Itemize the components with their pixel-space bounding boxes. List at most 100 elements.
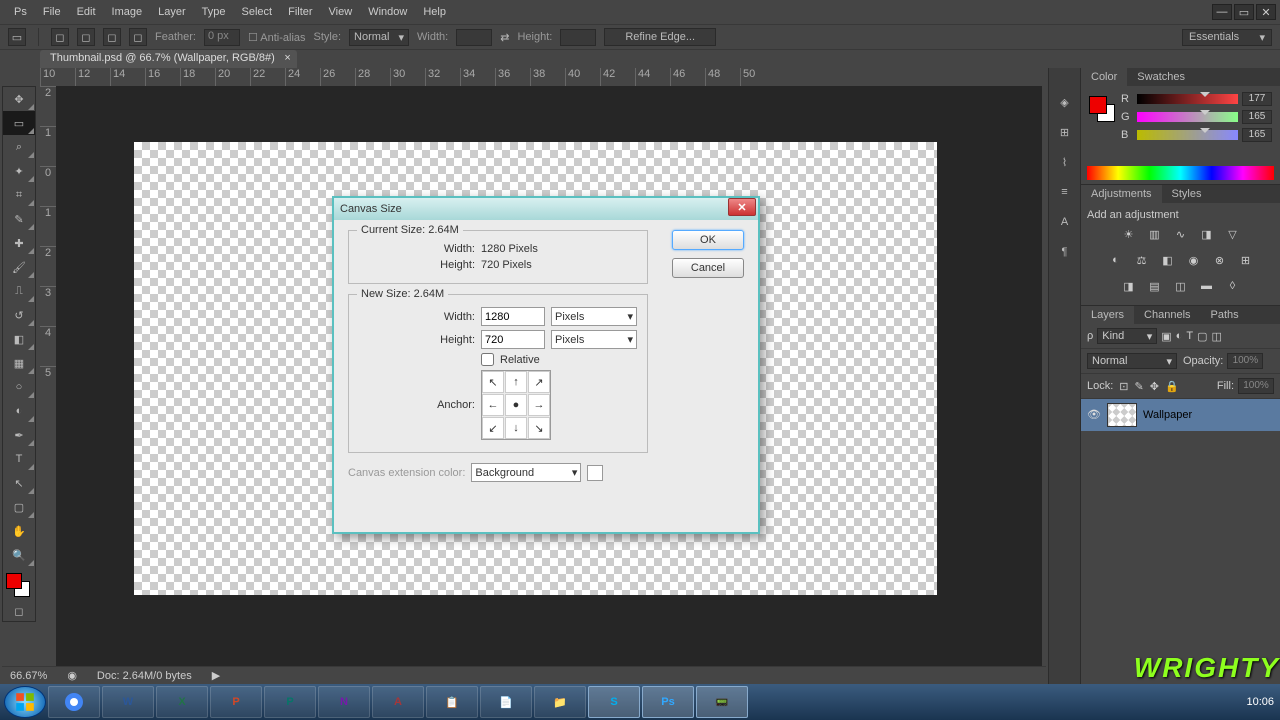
- tab-paths[interactable]: Paths: [1201, 306, 1249, 324]
- shape-tool-icon[interactable]: ▢: [3, 495, 35, 519]
- b-slider[interactable]: [1137, 130, 1238, 140]
- menu-help[interactable]: Help: [415, 2, 454, 22]
- path-tool-icon[interactable]: ↖: [3, 471, 35, 495]
- filter-smart-icon[interactable]: ◫: [1211, 330, 1221, 343]
- pen-tool-icon[interactable]: ✒: [3, 423, 35, 447]
- mixer-icon[interactable]: ⊗: [1211, 251, 1229, 269]
- r-value[interactable]: 177: [1242, 92, 1272, 106]
- eraser-tool-icon[interactable]: ◧: [3, 327, 35, 351]
- workspace-select[interactable]: Essentials▾: [1182, 29, 1272, 46]
- balance-icon[interactable]: ⚖: [1133, 251, 1151, 269]
- start-button[interactable]: [4, 686, 46, 718]
- hand-tool-icon[interactable]: ✋: [3, 519, 35, 543]
- relative-checkbox[interactable]: [481, 353, 494, 366]
- brush-tool-icon[interactable]: 🖌: [3, 255, 35, 279]
- lock-all-icon[interactable]: 🔒: [1165, 380, 1179, 393]
- extension-color-select[interactable]: Background▾: [471, 463, 581, 482]
- info-panel-icon[interactable]: ≡: [1055, 182, 1075, 202]
- blur-tool-icon[interactable]: ○: [3, 375, 35, 399]
- layer-thumbnail[interactable]: [1107, 403, 1137, 427]
- cancel-button[interactable]: Cancel: [672, 258, 744, 278]
- document-tab[interactable]: Thumbnail.psd @ 66.7% (Wallpaper, RGB/8#…: [40, 50, 297, 68]
- menu-window[interactable]: Window: [360, 2, 415, 22]
- feather-input[interactable]: 0 px: [204, 29, 240, 46]
- marquee-tool-icon[interactable]: ▭: [3, 111, 35, 135]
- anchor-ne[interactable]: ↗: [528, 371, 550, 393]
- publisher-icon[interactable]: P: [264, 686, 316, 718]
- eyedropper-tool-icon[interactable]: ✎: [3, 207, 35, 231]
- anchor-nw[interactable]: ↖: [482, 371, 504, 393]
- anchor-sw[interactable]: ↙: [482, 417, 504, 439]
- anchor-s[interactable]: ↓: [505, 417, 527, 439]
- menu-file[interactable]: File: [35, 2, 69, 22]
- photo-filter-icon[interactable]: ◉: [1185, 251, 1203, 269]
- color-swatch[interactable]: [3, 571, 35, 601]
- excel-icon[interactable]: X: [156, 686, 208, 718]
- invert-icon[interactable]: ◨: [1120, 277, 1138, 295]
- layer-name[interactable]: Wallpaper: [1143, 409, 1192, 421]
- close-icon[interactable]: ✕: [1256, 4, 1276, 20]
- width-unit-select[interactable]: Pixels▾: [551, 307, 637, 326]
- access-icon[interactable]: A: [372, 686, 424, 718]
- lasso-tool-icon[interactable]: ⌕: [3, 135, 35, 159]
- g-value[interactable]: 165: [1242, 110, 1272, 124]
- extension-swatch[interactable]: [587, 465, 603, 481]
- style-select[interactable]: Normal▾: [349, 29, 409, 46]
- selective-icon[interactable]: ◊: [1224, 277, 1242, 295]
- fill-value[interactable]: 100%: [1238, 378, 1274, 394]
- history-brush-icon[interactable]: ↺: [3, 303, 35, 327]
- tab-color[interactable]: Color: [1081, 68, 1127, 86]
- anchor-se[interactable]: ↘: [528, 417, 550, 439]
- refine-edge-button[interactable]: Refine Edge...: [604, 28, 716, 46]
- tab-styles[interactable]: Styles: [1162, 185, 1212, 203]
- swap-icon[interactable]: ⇄: [500, 31, 509, 44]
- g-slider[interactable]: [1137, 112, 1238, 122]
- ps-logo[interactable]: Ps: [6, 2, 35, 22]
- new-height-input[interactable]: [481, 330, 545, 349]
- brightness-icon[interactable]: ☀: [1120, 225, 1138, 243]
- spectrum-bar[interactable]: [1087, 166, 1274, 180]
- status-arrow-icon[interactable]: ▶: [212, 669, 220, 682]
- blend-mode[interactable]: Normal▾: [1087, 353, 1177, 369]
- menu-filter[interactable]: Filter: [280, 2, 320, 22]
- tab-layers[interactable]: Layers: [1081, 306, 1134, 324]
- quick-mask-icon[interactable]: ◻: [3, 601, 35, 621]
- onenote-icon[interactable]: N: [318, 686, 370, 718]
- type-tool-icon[interactable]: T: [3, 447, 35, 471]
- lock-trans-icon[interactable]: ⊡: [1119, 380, 1128, 393]
- tab-close-icon[interactable]: ×: [284, 52, 290, 64]
- add-selection-icon[interactable]: ◻: [77, 28, 95, 46]
- maximize-icon[interactable]: ▭: [1234, 4, 1254, 20]
- history-panel-icon[interactable]: ◈: [1055, 92, 1075, 112]
- app3-icon[interactable]: 📟: [696, 686, 748, 718]
- anchor-e[interactable]: →: [528, 394, 550, 416]
- threshold-icon[interactable]: ◫: [1172, 277, 1190, 295]
- tab-adjustments[interactable]: Adjustments: [1081, 185, 1162, 203]
- character-panel-icon[interactable]: A: [1055, 212, 1075, 232]
- gradient-map-icon[interactable]: ▬: [1198, 277, 1216, 295]
- hue-icon[interactable]: ◐: [1107, 251, 1125, 269]
- wand-tool-icon[interactable]: ✦: [3, 159, 35, 183]
- stamp-tool-icon[interactable]: ⎍: [3, 279, 35, 303]
- menu-type[interactable]: Type: [194, 2, 234, 22]
- gradient-tool-icon[interactable]: ▦: [3, 351, 35, 375]
- lock-pixels-icon[interactable]: ✎: [1135, 380, 1144, 393]
- menu-edit[interactable]: Edit: [69, 2, 104, 22]
- app2-icon[interactable]: 📄: [480, 686, 532, 718]
- anchor-c[interactable]: ●: [505, 394, 527, 416]
- tool-preset-icon[interactable]: ▭: [8, 28, 26, 46]
- skype-icon[interactable]: S: [588, 686, 640, 718]
- app1-icon[interactable]: 📋: [426, 686, 478, 718]
- exposure-icon[interactable]: ◨: [1198, 225, 1216, 243]
- filter-shape-icon[interactable]: ▢: [1197, 330, 1207, 343]
- zoom-tool-icon[interactable]: 🔍: [3, 543, 35, 567]
- menu-select[interactable]: Select: [234, 2, 281, 22]
- zoom-level[interactable]: 66.67%: [10, 670, 47, 682]
- word-icon[interactable]: W: [102, 686, 154, 718]
- bw-icon[interactable]: ◧: [1159, 251, 1177, 269]
- new-selection-icon[interactable]: ◻: [51, 28, 69, 46]
- paragraph-panel-icon[interactable]: ¶: [1055, 242, 1075, 262]
- visibility-icon[interactable]: 👁: [1087, 408, 1101, 422]
- anchor-n[interactable]: ↑: [505, 371, 527, 393]
- subtract-selection-icon[interactable]: ◻: [103, 28, 121, 46]
